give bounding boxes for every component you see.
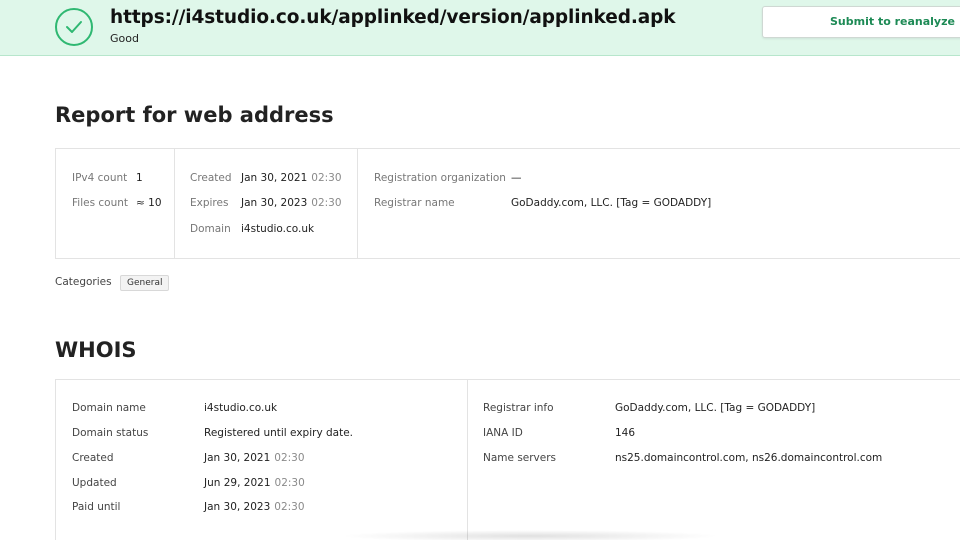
registrar-name-value: GoDaddy.com, LLC. [Tag = GODADDY] [511, 197, 712, 209]
category-tag[interactable]: General [120, 275, 170, 291]
whois-created-value: Jan 30, 2021 02:30 [204, 452, 305, 464]
submit-reanalyze-button[interactable]: Submit to reanalyze [762, 6, 960, 38]
iana-id-value: 146 [615, 427, 636, 439]
paid-until-label: Paid until [72, 501, 121, 513]
created-label: Created [190, 172, 232, 184]
paid-until-value: Jan 30, 2023 02:30 [204, 501, 305, 513]
whois-updated-label: Updated [72, 477, 117, 489]
registrar-info-label: Registrar info [483, 402, 554, 414]
name-servers-value: ns25.domaincontrol.com, ns26.domaincontr… [615, 452, 883, 464]
column-divider [467, 380, 468, 540]
iana-id-label: IANA ID [483, 427, 523, 439]
domain-value: i4studio.co.uk [241, 223, 315, 235]
ipv4-count-value: 1 [136, 172, 143, 184]
registration-organization-value: — [511, 172, 522, 184]
registrar-name-label: Registrar name [374, 197, 455, 209]
whois-card: Domain name i4studio.co.uk Domain status… [55, 379, 960, 540]
floating-shadow [340, 530, 720, 540]
whois-title: WHOIS [55, 338, 137, 362]
files-count-label: Files count [72, 197, 129, 209]
created-value: Jan 30, 2021 02:30 [241, 172, 342, 184]
registration-organization-label: Registration organization [374, 172, 506, 184]
registrar-info-value: GoDaddy.com, LLC. [Tag = GODADDY] [615, 402, 816, 414]
report-title: Report for web address [55, 103, 334, 127]
name-servers-label: Name servers [483, 452, 557, 464]
expires-value: Jan 30, 2023 02:30 [241, 197, 342, 209]
domain-label: Domain [190, 223, 231, 235]
report-summary-card: IPv4 count 1 Files count ≈ 10 Created Ja… [55, 148, 960, 259]
whois-created-label: Created [72, 452, 114, 464]
expires-label: Expires [190, 197, 229, 209]
analyzed-url: https://i4studio.co.uk/applinked/version… [110, 7, 676, 28]
categories-label: Categories [55, 276, 112, 288]
domain-status-label: Domain status [72, 427, 149, 439]
ipv4-count-label: IPv4 count [72, 172, 128, 184]
column-divider [174, 149, 175, 258]
check-circle-icon [55, 8, 93, 46]
domain-status-value: Registered until expiry date. [204, 427, 354, 439]
verdict-label: Good [110, 32, 139, 45]
domain-name-label: Domain name [72, 402, 146, 414]
column-divider [357, 149, 358, 258]
status-banner: https://i4studio.co.uk/applinked/version… [0, 0, 960, 56]
files-count-value: ≈ 10 [136, 197, 162, 209]
whois-updated-value: Jun 29, 2021 02:30 [204, 477, 305, 489]
domain-name-value: i4studio.co.uk [204, 402, 278, 414]
